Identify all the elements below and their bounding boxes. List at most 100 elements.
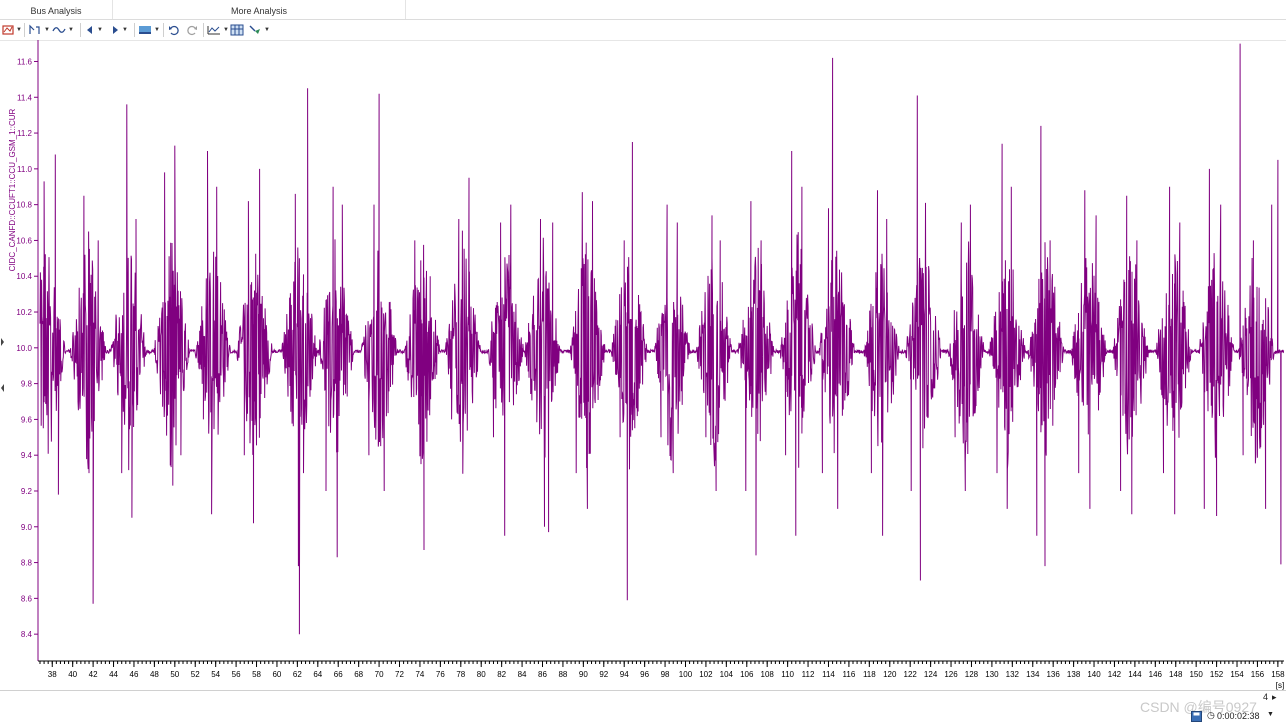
- toolbar-separator: [24, 23, 25, 37]
- tab-bar: Bus Analysis More Analysis: [0, 0, 1286, 20]
- save-icon: [1191, 711, 1202, 722]
- signal-line: [39, 43, 1285, 635]
- plot-area[interactable]: 8.4 8.6 8.8 9.0 9.2 9.4 9.6 9.8 10.0 10.2 10.4 10.6…: [0, 40, 1286, 690]
- toolbar: ▼ ▼ ▼ ▼ ▼ ▼ ▼ ▼: [0, 20, 1286, 41]
- x-tick-label: 46: [130, 670, 139, 679]
- x-tick-label: 102: [699, 670, 713, 679]
- x-tick-label: 88: [558, 670, 567, 679]
- x-tick-label: 118: [863, 670, 876, 679]
- redo-button[interactable]: [186, 22, 198, 38]
- x-tick-label: 56: [232, 670, 241, 679]
- elapsed-time: 0:00:02:38: [1217, 711, 1260, 721]
- y-tick-label: 11.2: [17, 129, 33, 138]
- layout-icon: [139, 26, 151, 34]
- x-tick-label: 152: [1210, 670, 1224, 679]
- x-tick-label: 156: [1251, 670, 1265, 679]
- x-tick-label: 72: [395, 670, 404, 679]
- x-tick-label: 110: [781, 670, 794, 679]
- chevron-down-icon: ▼: [16, 27, 22, 33]
- tab-bus-analysis[interactable]: Bus Analysis: [0, 0, 113, 19]
- x-tick-label: 54: [211, 670, 220, 679]
- x-tick-label: 92: [599, 670, 608, 679]
- wave-icon: [52, 27, 66, 33]
- x-tick-label: 58: [252, 670, 261, 679]
- toolbar-separator: [163, 23, 164, 37]
- toolbar-separator: [80, 23, 81, 37]
- x-tick-label: 136: [1046, 670, 1060, 679]
- x-tick-label: 96: [640, 670, 649, 679]
- x-tick-label: 128: [965, 670, 979, 679]
- y-tick-label: 9.2: [21, 487, 33, 496]
- tab-label: Bus Analysis: [30, 6, 82, 16]
- y-tick-label: 9.0: [21, 523, 33, 532]
- x-tick-label: 146: [1149, 670, 1163, 679]
- y-tick-label: 10.6: [16, 236, 32, 245]
- signal-icon: [2, 25, 14, 35]
- x-tick-label: 130: [985, 670, 999, 679]
- x-tick-label: 150: [1189, 670, 1203, 679]
- arrow-right-icon: [113, 26, 118, 34]
- x-tick-label: 144: [1128, 670, 1142, 679]
- chevron-down-icon: ▼: [44, 27, 50, 33]
- clock-icon: ◷: [1207, 710, 1215, 720]
- x-tick-label: 98: [661, 670, 670, 679]
- x-tick-label: 154: [1230, 670, 1244, 679]
- cursor-icon: [29, 24, 40, 34]
- signal-chart[interactable]: 8.4 8.6 8.8 9.0 9.2 9.4 9.6 9.8 10.0 10.2 10.4 10.6…: [0, 40, 1286, 690]
- y-tick-label: 9.6: [21, 415, 33, 424]
- x-axis-label: [s]: [1276, 681, 1284, 690]
- left-handle-icon: [1, 338, 4, 346]
- x-tick-label: 70: [375, 670, 384, 679]
- status-bar: CSDN @编号0927 ◷ 0:00:02:38 ▼ 4 ▸: [0, 690, 1286, 724]
- y-tick-label: 9.4: [21, 451, 33, 460]
- x-tick-label: 134: [1026, 670, 1040, 679]
- x-tick-label: 60: [272, 670, 281, 679]
- x-tick-label: 104: [720, 670, 734, 679]
- y-tick-label: 10.4: [16, 272, 32, 281]
- undo-button[interactable]: [168, 22, 180, 38]
- x-tick-label: 50: [170, 670, 179, 679]
- cursor-button[interactable]: ▼: [28, 22, 50, 38]
- x-tick-label: 38: [48, 670, 57, 679]
- signal-select-button[interactable]: ▼: [2, 22, 22, 38]
- y-tick-label: 10.2: [16, 308, 32, 317]
- x-tick-label: 84: [518, 670, 527, 679]
- x-tick-label: 66: [334, 670, 343, 679]
- arrow-right-icon[interactable]: ▸: [1272, 692, 1277, 703]
- y-tick-label: 8.4: [21, 630, 33, 639]
- x-tick-label: 122: [904, 670, 918, 679]
- x-tick-label: 74: [415, 670, 424, 679]
- x-tick-label: 86: [538, 670, 547, 679]
- chevron-down-icon[interactable]: ▼: [1267, 711, 1274, 718]
- x-tick-label: 140: [1087, 670, 1101, 679]
- next-button[interactable]: ▼: [110, 22, 128, 38]
- x-tick-label: 82: [497, 670, 506, 679]
- layout-button[interactable]: ▼: [138, 22, 160, 38]
- x-tick-label: 40: [68, 670, 77, 679]
- previous-button[interactable]: ▼: [85, 22, 103, 38]
- y-tick-label: 9.8: [21, 380, 33, 389]
- x-tick-label: 106: [740, 670, 754, 679]
- y-tick-label: 11.6: [17, 57, 33, 66]
- tab-label: More Analysis: [230, 6, 288, 16]
- x-tick-label: 148: [1169, 670, 1183, 679]
- measure-button[interactable]: ▼: [248, 22, 270, 38]
- x-tick-label: 112: [802, 670, 815, 679]
- page-number: 4: [1263, 692, 1269, 702]
- x-tick-label: 132: [1006, 670, 1020, 679]
- x-tick-label: 100: [679, 670, 693, 679]
- y-tick-label: 10.8: [16, 201, 32, 210]
- x-tick-label: 124: [924, 670, 938, 679]
- grid-button[interactable]: [230, 22, 244, 38]
- toolbar-separator: [134, 23, 135, 37]
- wave-button[interactable]: ▼: [52, 22, 74, 38]
- chart-settings-icon: [207, 26, 220, 35]
- x-tick-label: 80: [477, 670, 486, 679]
- redo-icon: [187, 25, 197, 36]
- x-tick-label: 142: [1108, 670, 1122, 679]
- x-tick-label: 138: [1067, 670, 1081, 679]
- chart-settings-button[interactable]: ▼: [207, 22, 229, 38]
- tab-more-analysis[interactable]: More Analysis: [113, 0, 406, 19]
- chevron-down-icon: ▼: [264, 27, 270, 33]
- left-handle-icon: [1, 384, 4, 392]
